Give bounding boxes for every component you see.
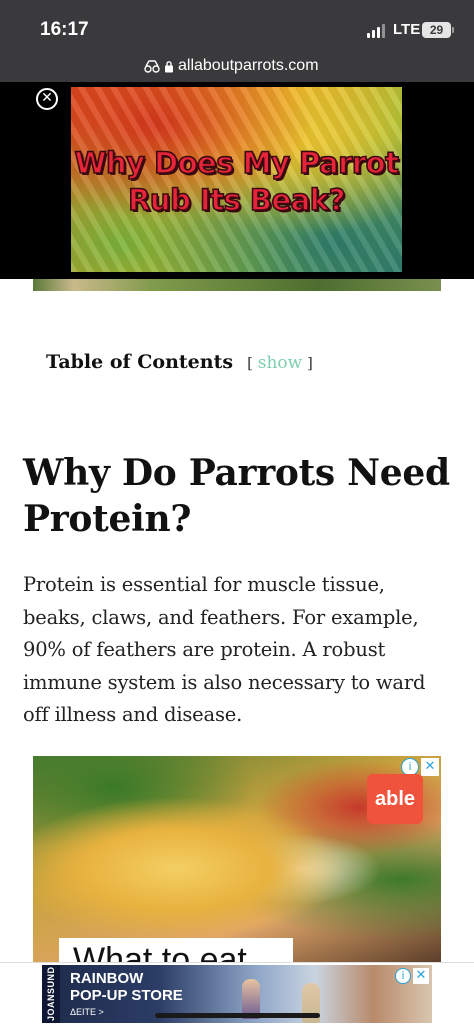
url-display[interactable]: allaboutparrots.com — [144, 57, 319, 75]
ad-subtext[interactable]: ΔEITE > — [70, 1007, 104, 1017]
video-thumbnail[interactable]: Why Does My Parrot Rub Its Beak? — [71, 87, 402, 272]
toc-toggle: [ show ] — [247, 353, 313, 373]
info-icon[interactable]: i — [395, 968, 411, 984]
signal-icon — [367, 24, 387, 38]
video-title-line2: Rub Its Beak? — [127, 182, 346, 218]
reader-icon[interactable] — [144, 59, 160, 73]
video-title: Why Does My Parrot Rub Its Beak? — [71, 145, 402, 219]
brand-logo[interactable]: able — [367, 774, 423, 824]
ad-headline-line1: RAINBOW — [70, 970, 144, 987]
status-bar: 16:17 LTE 29 — [0, 0, 474, 52]
toc-bracket-open: [ — [247, 354, 253, 372]
home-indicator — [155, 1013, 320, 1018]
url-domain[interactable]: allaboutparrots.com — [178, 57, 319, 75]
close-icon[interactable]: ✕ — [421, 758, 439, 776]
close-icon[interactable]: ✕ — [36, 88, 58, 110]
battery-icon: 29 — [422, 22, 451, 38]
ad-brand-vertical: JOANSUND — [42, 965, 60, 1023]
close-icon[interactable]: ✕ — [413, 968, 429, 984]
battery-level: 29 — [429, 23, 444, 37]
toc-title: Table of Contents — [46, 351, 234, 373]
ad-caption[interactable]: What to eat — [59, 938, 293, 962]
toc-show-link[interactable]: show — [258, 353, 302, 373]
food-ad[interactable]: i ✕ able What to eat — [33, 756, 441, 962]
status-time: 16:17 — [40, 19, 89, 40]
section-heading: Why Do Parrots Need Protein? — [23, 452, 450, 540]
url-bar[interactable]: allaboutparrots.com — [0, 52, 474, 82]
video-ad-overlay[interactable]: ✕ Why Does My Parrot Rub Its Beak? — [0, 82, 474, 279]
network-type: LTE — [393, 21, 421, 38]
lock-icon — [165, 60, 173, 72]
battery-tip — [452, 27, 454, 33]
ad-choices[interactable]: i ✕ — [395, 968, 429, 984]
table-of-contents: Table of Contents [ show ] — [46, 351, 313, 373]
toc-bracket-close: ] — [307, 354, 313, 372]
video-title-line1: Why Does My Parrot — [74, 145, 400, 181]
ad-headline-line2: POP-UP STORE — [70, 987, 183, 1004]
article-paragraph: Protein is essential for muscle tissue, … — [23, 573, 426, 726]
hero-image-edge — [33, 279, 441, 291]
